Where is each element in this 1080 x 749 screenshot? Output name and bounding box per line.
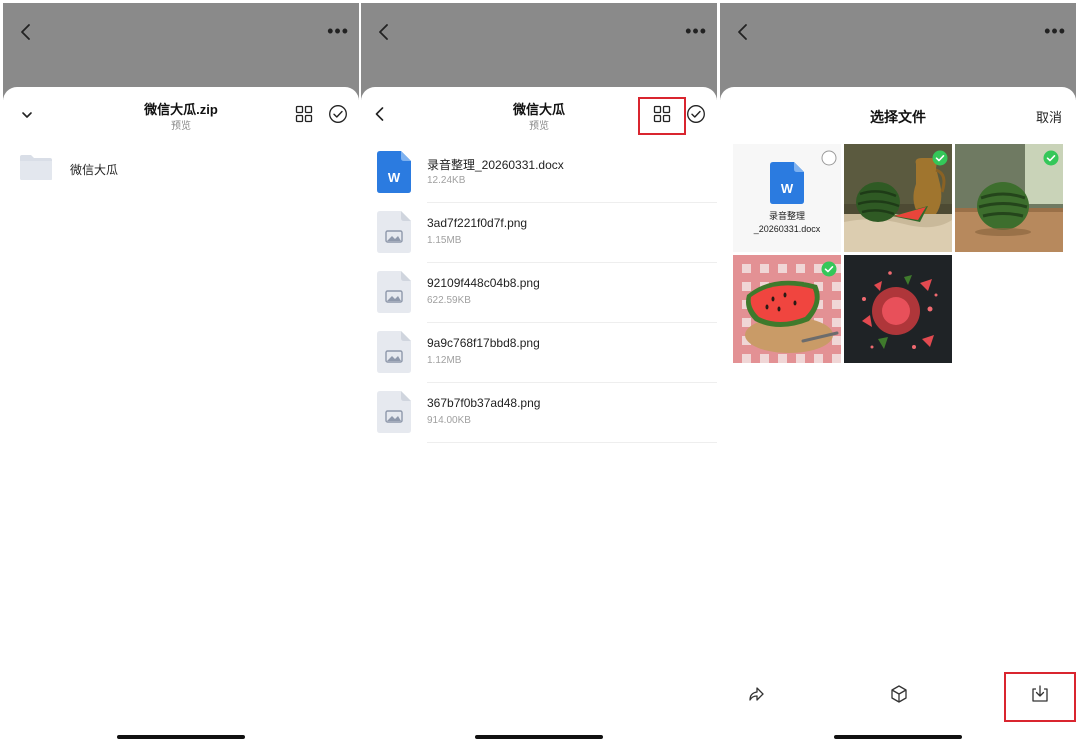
selected-check-icon[interactable] [1043, 150, 1059, 166]
file-name: 92109f448c04b8.png [427, 276, 540, 290]
folder-icon [20, 155, 52, 180]
divider [427, 262, 717, 263]
box-icon[interactable] [889, 684, 909, 704]
preview-sheet: 微信大瓜.zip 预览 微信大瓜 [3, 87, 359, 745]
file-size: 622.59KB [427, 295, 471, 306]
list-item[interactable]: 92109f448c04b8.png 622.59KB [361, 269, 717, 329]
folder-name: 微信大瓜 [70, 163, 119, 177]
grid-tile-document[interactable]: W 录音整理 _20260331.docx [733, 144, 841, 252]
download-highlight [1004, 672, 1076, 722]
list-item[interactable]: 367b7f0b37ad48.png 914.00KB [361, 389, 717, 449]
grid-tile-watermelon-table-photo[interactable] [955, 144, 1063, 252]
image-file-icon [377, 391, 411, 433]
file-size: 914.00KB [427, 415, 471, 426]
page-title: 选择文件 [870, 109, 926, 125]
grid-tile-watermelon-slice-picnic-photo[interactable] [733, 255, 841, 363]
document-name: 录音整理 _20260331.docx [733, 210, 841, 236]
select-check-icon[interactable] [328, 104, 348, 124]
cancel-button[interactable]: 取消 [1036, 107, 1062, 126]
word-file-icon: W [770, 162, 804, 204]
selected-check-icon[interactable] [821, 261, 837, 277]
image-file-icon [377, 331, 411, 373]
file-name: 9a9c768f17bbd8.png [427, 336, 540, 350]
document-name-line1: 录音整理 [768, 211, 805, 221]
divider [427, 202, 717, 203]
image-file-icon [377, 271, 411, 313]
back-icon[interactable] [732, 21, 754, 43]
list-item[interactable]: 3ad7f221f0d7f.png 1.15MB [361, 209, 717, 269]
folder-item[interactable]: 微信大瓜 [3, 149, 359, 189]
file-size: 1.12MB [427, 355, 462, 366]
svg-text:W: W [781, 181, 794, 196]
file-size: 12.24KB [427, 175, 466, 186]
word-file-icon: W [377, 151, 411, 193]
grid-tile-watermelon-jug-photo[interactable] [844, 144, 952, 252]
back-icon[interactable] [15, 21, 37, 43]
dimmed-top-bar: ••• [3, 3, 359, 100]
list-item[interactable]: W 录音整理_20260331.docx 12.24KB [361, 149, 717, 209]
file-name: 3ad7f221f0d7f.png [427, 216, 528, 230]
zip-preview-screen: ••• 微信大瓜.zip 预览 微信大瓜 [3, 3, 359, 745]
home-indicator [834, 735, 962, 739]
list-item[interactable]: 9a9c768f17bbd8.png 1.12MB [361, 329, 717, 389]
grid-tile-watermelon-splash-photo[interactable] [844, 255, 952, 363]
grid-view-icon[interactable] [295, 105, 313, 123]
more-icon[interactable]: ••• [685, 22, 707, 40]
watermelon-splash-image [844, 255, 952, 363]
divider [427, 382, 717, 383]
more-icon[interactable]: ••• [327, 22, 349, 40]
document-name-line2: _20260331.docx [753, 224, 821, 234]
svg-text:W: W [388, 170, 401, 185]
dimmed-top-bar: ••• [361, 3, 717, 100]
file-name: 367b7f0b37ad48.png [427, 396, 541, 410]
divider [427, 322, 717, 323]
divider [427, 442, 717, 443]
grid-view-highlight [638, 97, 686, 135]
share-icon[interactable] [746, 684, 766, 704]
folder-list-screen: ••• 微信大瓜 预览 W 录音整理_20260331.docx 12.24KB [361, 3, 717, 745]
folder-sheet: 微信大瓜 预览 W 录音整理_20260331.docx 12.24KB 3ad… [361, 87, 717, 745]
dimmed-top-bar: ••• [720, 3, 1076, 100]
file-name: 录音整理_20260331.docx [427, 158, 564, 172]
image-file-icon [377, 211, 411, 253]
select-check-icon[interactable] [686, 104, 706, 124]
more-icon[interactable]: ••• [1044, 22, 1066, 40]
home-indicator [475, 735, 603, 739]
back-icon[interactable] [373, 21, 395, 43]
select-files-screen: ••• 选择文件 取消 W 录音整理 _20260331.docx [720, 3, 1076, 745]
select-sheet: 选择文件 取消 W 录音整理 _20260331.docx [720, 87, 1076, 745]
home-indicator [117, 735, 245, 739]
unselected-circle-icon[interactable] [821, 150, 837, 166]
file-size: 1.15MB [427, 235, 462, 246]
selected-check-icon[interactable] [932, 150, 948, 166]
